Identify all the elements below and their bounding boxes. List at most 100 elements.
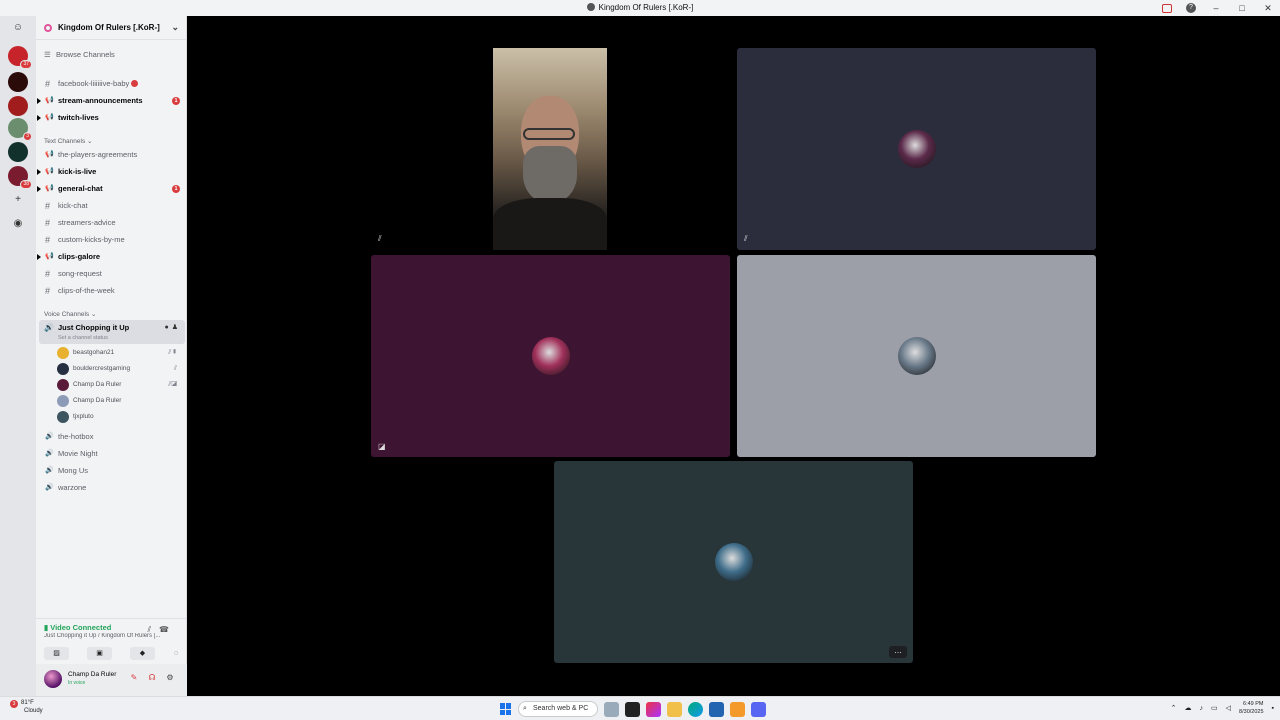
video-tile[interactable]: ⫽ bbox=[737, 48, 1096, 250]
disconnect-icon[interactable]: ☎ bbox=[159, 625, 177, 634]
weather-label: Cloudy bbox=[24, 708, 43, 714]
volume-icon[interactable]: ◁ bbox=[1226, 704, 1231, 712]
channel-name: warzone bbox=[58, 483, 87, 492]
video-tile[interactable]: ◪ bbox=[371, 255, 730, 457]
add-server-icon[interactable]: + bbox=[12, 194, 24, 206]
store-icon[interactable] bbox=[709, 701, 724, 717]
voice-user[interactable]: beastgohan21 ⫽▮ bbox=[57, 346, 179, 360]
vlc-icon[interactable] bbox=[730, 701, 745, 717]
avatar bbox=[897, 130, 936, 168]
server-icon[interactable]: 37 bbox=[8, 46, 32, 69]
search-input[interactable]: ⌕ Search web & PC bbox=[518, 701, 598, 717]
soundboard-button[interactable]: ◌ bbox=[173, 647, 179, 660]
task-view-icon[interactable] bbox=[625, 701, 640, 717]
list-icon: ☰ bbox=[44, 50, 51, 59]
server-icon[interactable] bbox=[8, 96, 28, 116]
voice-user[interactable]: Champ Da Ruler bbox=[57, 394, 179, 408]
channel-item[interactable]: 📢 kick-is-live bbox=[37, 165, 182, 179]
server-icon[interactable] bbox=[8, 142, 28, 162]
voice-user[interactable]: Champ Da Ruler ⫽◪ bbox=[57, 378, 179, 392]
start-icon[interactable] bbox=[500, 703, 512, 715]
screen-share-button[interactable]: ▣ bbox=[87, 647, 112, 660]
activity-button[interactable]: ◆ bbox=[130, 647, 155, 660]
glasses-icon bbox=[523, 128, 575, 140]
speaker-icon: 🔊 bbox=[45, 467, 54, 474]
channel-name: facebook-liiiiiive-baby bbox=[58, 79, 130, 88]
edge-icon[interactable] bbox=[688, 701, 703, 717]
avatar bbox=[57, 411, 69, 423]
channel-item[interactable]: 📢 twitch-lives bbox=[37, 111, 182, 125]
weather-widget[interactable]: 3 81°F Cloudy bbox=[10, 700, 43, 715]
voice-channel[interactable]: 🔊 the-hotbox bbox=[44, 430, 182, 444]
maximize-button[interactable]: □ bbox=[1236, 2, 1248, 14]
voice-user-name: tjxpluto bbox=[73, 413, 94, 420]
discord-taskbar-icon[interactable] bbox=[751, 701, 766, 717]
voice-channel[interactable]: 🔊 warzone bbox=[44, 481, 182, 495]
noise-suppression-icon[interactable]: ⫽ bbox=[147, 625, 159, 634]
channel-item[interactable]: 📢 stream-announcements 1 bbox=[37, 94, 182, 108]
chevron-down-icon[interactable]: ⌄ bbox=[171, 22, 179, 33]
notification-icon[interactable]: ▪ bbox=[1272, 705, 1274, 712]
widgets-icon[interactable] bbox=[604, 701, 619, 717]
video-tile[interactable] bbox=[737, 255, 1096, 457]
server-icon[interactable]: 38 bbox=[8, 166, 32, 189]
announcement-icon: 📢 bbox=[45, 151, 54, 158]
discover-icon[interactable]: ◉ bbox=[12, 218, 24, 230]
channel-item[interactable]: 📢 the-players-agreements bbox=[44, 148, 182, 162]
channel-item[interactable]: # kick-chat bbox=[44, 199, 182, 213]
copilot-icon[interactable] bbox=[646, 701, 661, 717]
minimize-button[interactable]: – bbox=[1210, 2, 1222, 14]
browse-channels-label: Browse Channels bbox=[56, 50, 115, 59]
channel-item[interactable]: 📢 clips-galore bbox=[37, 250, 182, 264]
hash-icon: # bbox=[45, 79, 51, 89]
channel-name: Mong Us bbox=[58, 466, 89, 475]
channel-item[interactable]: # custom-kicks-by-me bbox=[44, 233, 182, 247]
hash-icon: # bbox=[45, 201, 51, 211]
voice-channel[interactable]: 🔊 Movie Night bbox=[44, 447, 182, 461]
inbox-icon[interactable] bbox=[1162, 3, 1172, 13]
mic-muted-icon: ⫽ bbox=[744, 234, 748, 243]
browse-channels[interactable]: ☰ Browse Channels bbox=[44, 50, 115, 59]
file-explorer-icon[interactable] bbox=[667, 701, 682, 717]
avatar bbox=[57, 347, 69, 359]
server-header[interactable]: Kingdom Of Rulers [.KoR-] ⌄ bbox=[36, 16, 187, 40]
hash-icon: # bbox=[45, 218, 51, 228]
server-icon[interactable]: 3 bbox=[8, 118, 32, 141]
voice-channel-active[interactable]: 🔊 Just Chopping it Up Set a channel stat… bbox=[39, 320, 185, 344]
voice-channels-category[interactable]: Voice Channels ⌄ bbox=[44, 310, 96, 318]
video-tile[interactable]: … bbox=[554, 461, 913, 663]
server-badge: 37 bbox=[20, 60, 32, 69]
mic-icon[interactable]: ♪ bbox=[1200, 705, 1204, 712]
chevron-up-icon[interactable]: ⌃ bbox=[1171, 704, 1177, 712]
server-icon[interactable] bbox=[8, 72, 28, 92]
clock[interactable]: 6:49 PM 8/30/2025 bbox=[1239, 700, 1263, 716]
help-icon[interactable]: ? bbox=[1186, 3, 1196, 13]
video-tile-camera[interactable]: ⫽ bbox=[371, 48, 729, 250]
invite-icon[interactable]: ♟ bbox=[172, 324, 181, 331]
voice-channel[interactable]: 🔊 Mong Us bbox=[44, 464, 182, 478]
deafen-icon[interactable]: ☊ bbox=[146, 672, 158, 684]
voice-user[interactable]: tjxpluto bbox=[57, 410, 179, 424]
more-options-button[interactable]: … bbox=[889, 646, 907, 658]
announcement-icon: 📢 bbox=[45, 97, 54, 104]
server-name: Kingdom Of Rulers [.KoR-] bbox=[58, 23, 160, 32]
gear-icon[interactable]: ⚙ bbox=[164, 672, 176, 684]
cloud-icon[interactable]: ☁ bbox=[1185, 704, 1192, 712]
text-channels-category[interactable]: Text Channels ⌄ bbox=[44, 137, 92, 145]
channel-item[interactable]: # facebook-liiiiiive-baby bbox=[44, 77, 182, 91]
channel-item[interactable]: # song-request bbox=[44, 267, 182, 281]
connection-status: ▮ Video Connected bbox=[44, 623, 112, 632]
mic-muted-icon[interactable]: ✎ bbox=[128, 672, 140, 684]
channel-item[interactable]: # streamers-advice bbox=[44, 216, 182, 230]
speaker-icon: 🔊 bbox=[45, 433, 54, 440]
channel-item[interactable]: # clips-of-the-week bbox=[44, 284, 182, 298]
close-button[interactable]: ✕ bbox=[1262, 2, 1274, 14]
avatar[interactable] bbox=[44, 670, 62, 688]
voice-user[interactable]: bouldercrestgaming ⫽ bbox=[57, 362, 179, 376]
channel-item[interactable]: 📢 general-chat 1 bbox=[37, 182, 182, 196]
channel-status[interactable]: Set a channel status bbox=[58, 335, 108, 341]
camera-button[interactable]: ▨ bbox=[44, 647, 69, 660]
chat-icon[interactable]: ● bbox=[164, 324, 171, 331]
network-icon[interactable]: ▭ bbox=[1211, 704, 1218, 712]
discord-home-icon[interactable]: ☺ bbox=[12, 22, 24, 34]
